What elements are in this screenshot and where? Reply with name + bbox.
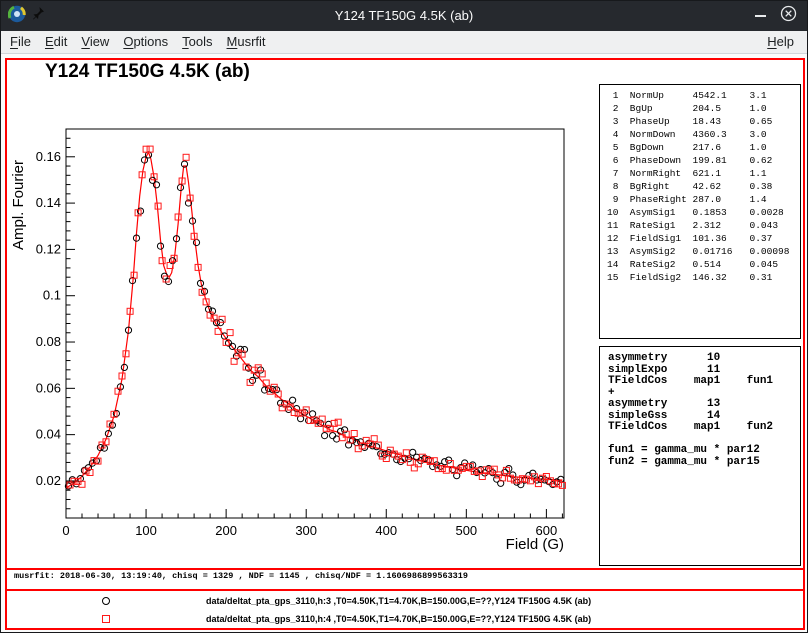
data-point: [322, 433, 328, 439]
data-point: [443, 467, 449, 473]
data-point: [506, 466, 512, 472]
y-tick-label: 0.14: [36, 195, 61, 210]
x-tick-label: 500: [455, 523, 477, 538]
x-tick-label: 0: [62, 523, 69, 538]
parameter-panel: 1 NormUp 4542.1 3.1 2 BgUp 204.5 1.0 3 P…: [599, 84, 801, 339]
data-point: [183, 154, 189, 160]
legend-label: data/deltat_pta_gps_3110,h:4 ,T0=4.50K,T…: [206, 614, 591, 624]
x-tick-label: 400: [375, 523, 397, 538]
y-tick-label: 0.06: [36, 380, 61, 395]
y-tick-label: 0.12: [36, 241, 61, 256]
series-circles: [65, 152, 564, 489]
menu-musrfit[interactable]: Musrfit: [220, 32, 273, 51]
data-point: [470, 462, 476, 468]
theory-line: TFieldCos map1 fun2: [608, 422, 800, 434]
axes: 0.02 0.04 0.06 0.08 0.1 0.12 0.14 0.16 0 100 200 30…: [36, 129, 564, 538]
data-point: [193, 239, 199, 245]
legend-label: data/deltat_pta_gps_3110,h:3 ,T0=4.50K,T…: [206, 596, 591, 606]
menu-tools[interactable]: Tools: [175, 32, 219, 51]
app-window: Y124 TF150G 4.5K (ab) FileEditViewOption…: [0, 0, 808, 633]
parameter-row: 11 RateSig1 2.312 0.043: [607, 219, 800, 232]
parameter-row: 10 AsymSig1 0.1853 0.0028: [607, 206, 800, 219]
data-point: [374, 444, 380, 450]
y-tick-label: 0.1: [43, 288, 61, 303]
menu-items: FileEditViewOptionsToolsMusrfit: [3, 33, 273, 51]
parameter-row: 15 FieldSig2 146.32 0.31: [607, 271, 800, 284]
fit-line: [66, 152, 562, 488]
menu-help: Help: [760, 33, 801, 51]
data-point: [143, 146, 149, 152]
data-point: [258, 367, 264, 373]
square-marker-icon: [102, 615, 110, 623]
plot-legend: data/deltat_pta_gps_3110,h:3 ,T0=4.50K,T…: [7, 592, 803, 628]
parameter-row: 8 BgRight 42.62 0.38: [607, 180, 800, 193]
close-button[interactable]: [780, 5, 797, 27]
menu-view[interactable]: View: [74, 32, 116, 51]
window-controls: [755, 1, 797, 31]
data-point: [147, 146, 153, 152]
parameter-row: 13 AsymSig2 0.01716 0.00098: [607, 245, 800, 258]
circle-marker-icon: [102, 597, 110, 605]
legend-entry: data/deltat_pta_gps_3110,h:3 ,T0=4.50K,T…: [7, 592, 803, 610]
theory-panel: asymmetry 10simplExpo 11TFieldCos map1 f…: [599, 346, 801, 566]
data-point: [227, 330, 233, 336]
parameter-row: 6 PhaseDown 199.81 0.62: [607, 154, 800, 167]
parameter-row: 12 FieldSig1 101.36 0.37: [607, 232, 800, 245]
x-tick-label: 300: [295, 523, 317, 538]
titlebar[interactable]: Y124 TF150G 4.5K (ab): [1, 1, 807, 31]
menu-options[interactable]: Options: [116, 32, 175, 51]
minimize-button[interactable]: [755, 15, 766, 17]
parameter-row: 7 NormRight 621.1 1.1: [607, 167, 800, 180]
menu-file[interactable]: File: [3, 32, 38, 51]
parameter-row: 1 NormUp 4542.1 3.1: [607, 89, 800, 102]
x-tick-label: 200: [215, 523, 237, 538]
root-canvas: Y124 TF150G 4.5K (ab) 0.020.040.060.080.…: [5, 58, 805, 630]
separator-line: [7, 568, 803, 570]
y-tick-label: 0.02: [36, 473, 61, 488]
theory-line: asymmetry 10: [608, 353, 800, 365]
data-point: [342, 427, 348, 433]
parameter-row: 2 BgUp 204.5 1.0: [607, 102, 800, 115]
fit-info-text: musrfit: 2018-06-30, 13:19:40, chisq = 1…: [14, 571, 468, 581]
data-point: [406, 456, 412, 462]
parameter-row: 3 PhaseUp 18.43 0.65: [607, 115, 800, 128]
menu-help[interactable]: Help: [760, 32, 801, 51]
y-tick-label: 0.08: [36, 334, 61, 349]
data-point: [310, 411, 316, 417]
window-title: Y124 TF150G 4.5K (ab): [1, 1, 807, 31]
separator-line: [7, 589, 803, 591]
data-point: [241, 347, 247, 353]
legend-entry: data/deltat_pta_gps_3110,h:4 ,T0=4.50K,T…: [7, 610, 803, 628]
menu-edit[interactable]: Edit: [38, 32, 74, 51]
y-tick-label: 0.16: [36, 149, 61, 164]
parameter-row: 9 PhaseRight 287.0 1.4: [607, 193, 800, 206]
data-point: [274, 387, 280, 393]
theory-line: asymmetry 13: [608, 399, 800, 411]
theory-line: fun1 = gamma_mu * par12: [608, 445, 800, 457]
series-squares: [67, 146, 565, 488]
theory-line: TFieldCos map1 fun1: [608, 376, 800, 388]
data-point: [290, 397, 296, 403]
data-point: [249, 377, 255, 383]
y-axis-title: Ampl. Fourier: [10, 160, 27, 250]
menubar: FileEditViewOptionsToolsMusrfit Help: [1, 31, 807, 54]
x-axis-title: Field (G): [506, 536, 564, 553]
y-tick-label: 0.04: [36, 427, 61, 442]
data-point: [375, 442, 381, 448]
data-point: [330, 433, 336, 439]
x-tick-label: 100: [135, 523, 157, 538]
parameter-row: 14 RateSig2 0.514 0.045: [607, 258, 800, 271]
data-point: [351, 431, 357, 437]
fourier-plot[interactable]: 0.02 0.04 0.06 0.08 0.1 0.12 0.14 0.16 0 100 200 30…: [7, 70, 595, 564]
parameter-row: 5 BgDown 217.6 1.0: [607, 141, 800, 154]
parameter-row: 4 NormDown 4360.3 3.0: [607, 128, 800, 141]
theory-line: fun2 = gamma_mu * par15: [608, 457, 800, 469]
data-point: [159, 258, 165, 264]
